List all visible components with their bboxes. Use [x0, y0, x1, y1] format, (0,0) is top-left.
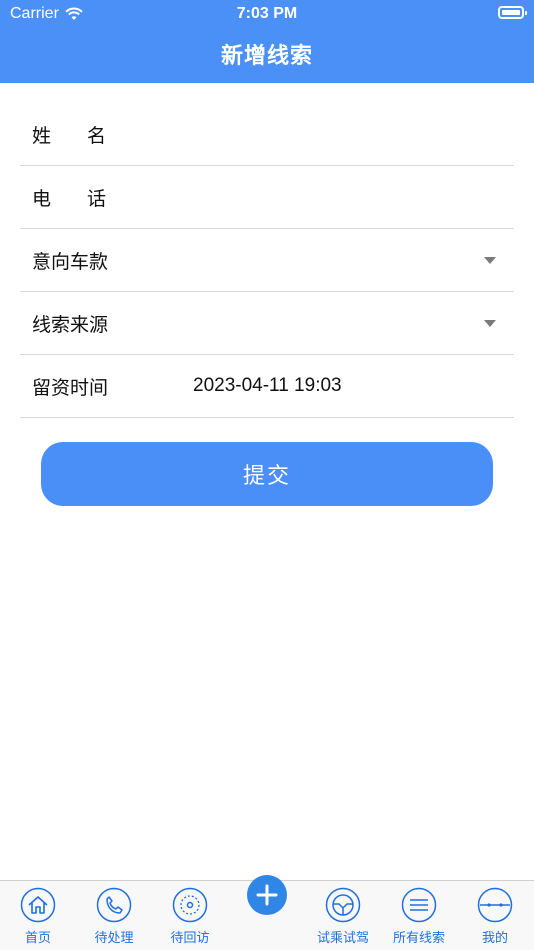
header: Carrier 7:03 PM 新增线索 — [0, 0, 534, 83]
dropdown-caret-icon — [484, 320, 496, 327]
steering-wheel-icon — [325, 887, 361, 923]
bottom-tab-bar: 首页 待处理 待回访 试乘试驾 所有线索 我的 — [0, 875, 534, 950]
status-bar: Carrier 7:03 PM — [0, 0, 534, 30]
phone-field[interactable]: 电 话 — [20, 166, 514, 229]
tab-label: 所有线索 — [392, 930, 445, 945]
tab-test-drive[interactable]: 试乘试驾 — [305, 887, 381, 946]
car-model-label: 意向车款 — [32, 251, 109, 273]
tab-pending[interactable]: 待处理 — [76, 887, 152, 946]
tab-label: 待处理 — [94, 930, 134, 945]
tab-label: 我的 — [481, 930, 508, 945]
battery-icon — [498, 6, 527, 19]
tab-revisit[interactable]: 待回访 — [152, 887, 228, 946]
tab-label: 首页 — [24, 930, 51, 945]
home-icon — [20, 887, 56, 923]
lead-source-select[interactable]: 线索来源 — [20, 292, 514, 355]
plus-icon — [256, 884, 278, 906]
lead-time-field[interactable]: 留资时间 2023-04-11 19:03 — [20, 355, 514, 418]
name-label: 姓 名 — [32, 121, 106, 148]
phone-label-part: 电 — [32, 188, 52, 210]
lead-source-label: 线索来源 — [32, 314, 109, 336]
revisit-icon — [172, 887, 208, 923]
add-lead-button[interactable] — [247, 875, 287, 915]
list-icon — [401, 887, 437, 923]
page-title: 新增线索 — [220, 43, 313, 68]
phone-label-part: 话 — [86, 188, 106, 210]
tab-all-leads[interactable]: 所有线索 — [381, 887, 457, 946]
lead-time-label: 留资时间 — [32, 377, 109, 399]
tab-home[interactable]: 首页 — [0, 887, 76, 946]
name-label-part: 名 — [86, 125, 106, 147]
status-time: 7:03 PM — [236, 5, 298, 22]
name-label-part: 姓 — [32, 125, 52, 147]
tab-profile[interactable]: 我的 — [457, 887, 533, 946]
lead-form: 姓 名 电 话 意向车款 线索来源 留资时间 2023-04-11 19:03 — [20, 103, 514, 418]
tab-label: 试乘试驾 — [316, 930, 369, 945]
name-field[interactable]: 姓 名 — [20, 103, 514, 166]
phone-icon — [96, 887, 132, 923]
lead-time-value: 2023-04-11 19:03 — [193, 375, 342, 396]
phone-label: 电 话 — [32, 184, 106, 211]
dropdown-caret-icon — [484, 257, 496, 264]
profile-icon — [477, 887, 513, 923]
submit-button[interactable]: 提交 — [41, 442, 493, 506]
car-model-select[interactable]: 意向车款 — [20, 229, 514, 292]
tab-label: 待回访 — [170, 930, 210, 945]
